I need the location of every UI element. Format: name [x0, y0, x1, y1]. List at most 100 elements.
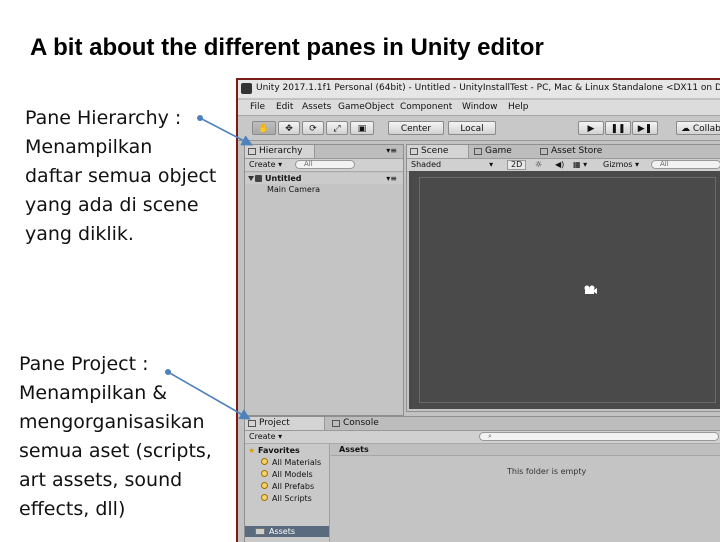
- pivot-center-button[interactable]: Center: [388, 121, 444, 135]
- slide-title: A bit about the different panes in Unity…: [30, 34, 544, 61]
- play-icon[interactable]: ▶: [578, 121, 604, 135]
- search-filter-icon: [261, 470, 268, 477]
- asset-store-icon: [540, 148, 548, 155]
- project-create-label: Create: [249, 432, 276, 441]
- menu-edit[interactable]: Edit: [276, 102, 293, 112]
- tab-asset-store-label: Asset Store: [551, 146, 603, 156]
- menu-file[interactable]: File: [250, 102, 265, 112]
- scene-search-input[interactable]: All: [651, 160, 720, 169]
- hierarchy-note-line: yang ada di scene: [25, 194, 199, 216]
- space-label: Local: [460, 124, 484, 134]
- tab-console[interactable]: Console: [329, 417, 399, 430]
- move-tool-icon[interactable]: ✥: [278, 121, 300, 135]
- window-titlebar: Unity 2017.1.1f1 Personal (64bit) - Unti…: [238, 80, 720, 98]
- scene-name: Untitled: [265, 174, 302, 183]
- pivot-label: Center: [400, 124, 432, 134]
- menu-window[interactable]: Window: [462, 102, 498, 112]
- project-note-line: Menampilkan &: [19, 382, 168, 404]
- favorites-label: Favorites: [257, 446, 300, 455]
- project-subbar: Create ▾ ⌕: [245, 431, 720, 444]
- space-local-button[interactable]: Local: [448, 121, 496, 135]
- hierarchy-note-line: yang diklik.: [25, 223, 134, 245]
- tab-asset-store[interactable]: Asset Store: [537, 145, 627, 158]
- favorites-group[interactable]: ★ Favorites: [248, 446, 300, 455]
- menu-help[interactable]: Help: [508, 102, 529, 112]
- assets-folder-item[interactable]: Assets: [245, 526, 329, 537]
- content-breadcrumb[interactable]: Assets: [331, 444, 720, 456]
- tab-scene[interactable]: Scene: [407, 145, 469, 158]
- hand-tool-icon[interactable]: ✋: [252, 121, 276, 135]
- hierarchy-note-line: daftar semua object: [25, 165, 217, 187]
- assets-folder-label: Assets: [269, 527, 296, 536]
- project-search-input[interactable]: ⌕: [479, 432, 719, 441]
- favorite-all-prefabs[interactable]: All Prefabs: [261, 482, 314, 491]
- project-description: Pane Project : Menampilkan & mengorganis…: [19, 350, 212, 524]
- folder-icon: [255, 528, 265, 535]
- effects-dropdown-icon[interactable]: ▦ ▾: [573, 160, 587, 169]
- scene-viewport[interactable]: [409, 171, 720, 409]
- gizmos-dropdown[interactable]: Gizmos ▾: [603, 160, 639, 169]
- project-tabbar: Project Console: [245, 417, 720, 431]
- hierarchy-description: Pane Hierarchy : Menampilkan daftar semu…: [25, 104, 216, 249]
- scene-panel: Scene Game Asset Store Shaded ▾ 2D ☼ ◀) ▦…: [406, 144, 720, 412]
- camera-gizmo-icon[interactable]: [583, 285, 597, 295]
- empty-folder-message: This folder is empty: [507, 467, 587, 476]
- unity-scene-icon: [255, 175, 262, 182]
- favorite-label: All Models: [272, 470, 313, 479]
- tab-project-label: Project: [259, 418, 290, 428]
- tab-game[interactable]: Game: [471, 145, 533, 158]
- project-note-line: semua aset (scripts,: [19, 440, 212, 462]
- menu-bar: File Edit Assets GameObject Component Wi…: [238, 100, 720, 116]
- favorite-all-materials[interactable]: All Materials: [261, 458, 321, 467]
- favorite-all-models[interactable]: All Models: [261, 470, 313, 479]
- hierarchy-search-placeholder: All: [304, 160, 313, 168]
- unity-editor-window: Unity 2017.1.1f1 Personal (64bit) - Unti…: [236, 78, 720, 542]
- panel-menu-icon[interactable]: ▾≡: [386, 146, 397, 155]
- tab-scene-label: Scene: [421, 146, 449, 156]
- search-filter-icon: [261, 458, 268, 465]
- menu-assets[interactable]: Assets: [302, 102, 331, 112]
- tab-hierarchy[interactable]: Hierarchy: [245, 145, 315, 158]
- project-note-line: art assets, sound: [19, 469, 183, 491]
- scale-tool-icon[interactable]: ⤢: [326, 121, 348, 135]
- rotate-tool-icon[interactable]: ⟳: [302, 121, 324, 135]
- search-filter-icon: [261, 482, 268, 489]
- toggle-2d-button[interactable]: 2D: [507, 160, 527, 170]
- favorite-all-scripts[interactable]: All Scripts: [261, 494, 312, 503]
- tab-project[interactable]: Project: [245, 417, 325, 430]
- lighting-toggle-icon[interactable]: ☼: [535, 160, 542, 169]
- hierarchy-create-dropdown[interactable]: Create ▾: [249, 160, 282, 169]
- tab-console-label: Console: [343, 418, 379, 428]
- rect-tool-icon[interactable]: ▣: [350, 121, 374, 135]
- project-create-dropdown[interactable]: Create ▾: [249, 432, 282, 441]
- scene-menu-icon[interactable]: ▾≡: [386, 173, 397, 184]
- project-note-line: Pane Project :: [19, 353, 149, 375]
- tab-game-label: Game: [485, 146, 512, 156]
- collab-label: Collab: [692, 124, 720, 134]
- shading-label: Shaded: [411, 160, 442, 169]
- favorite-label: All Prefabs: [272, 482, 315, 491]
- audio-toggle-icon[interactable]: ◀): [555, 160, 564, 169]
- scene-search-placeholder: All: [660, 160, 669, 168]
- menu-gameobject[interactable]: GameObject: [338, 102, 394, 112]
- pause-icon[interactable]: ❚❚: [605, 121, 631, 135]
- gizmos-label: Gizmos: [603, 160, 633, 169]
- console-icon: [332, 420, 340, 427]
- shading-mode-dropdown[interactable]: Shaded ▾: [411, 160, 493, 169]
- project-panel: Project Console Create ▾ ⌕ ★ Favorites A…: [244, 416, 720, 542]
- step-icon[interactable]: ▶❚: [632, 121, 658, 135]
- hierarchy-subbar: Create ▾ All: [245, 159, 403, 172]
- menu-component[interactable]: Component: [400, 102, 452, 112]
- favorite-label: All Scripts: [272, 494, 312, 503]
- project-folder-tree: ★ Favorites All Materials All Models All…: [245, 444, 330, 542]
- scene-tabbar: Scene Game Asset Store: [407, 145, 720, 159]
- create-label: Create: [249, 160, 276, 169]
- collab-button[interactable]: ☁ Collab: [676, 121, 720, 135]
- mode-2d-label: 2D: [511, 160, 523, 169]
- expand-triangle-icon[interactable]: [248, 176, 254, 181]
- scene-grid-icon: [410, 148, 418, 155]
- hierarchy-tabbar: Hierarchy ▾≡: [245, 145, 403, 159]
- hierarchy-item[interactable]: Main Camera: [267, 185, 320, 194]
- hierarchy-search-input[interactable]: All: [295, 160, 355, 169]
- scene-row-untitled[interactable]: Untitled ▾≡: [245, 173, 403, 184]
